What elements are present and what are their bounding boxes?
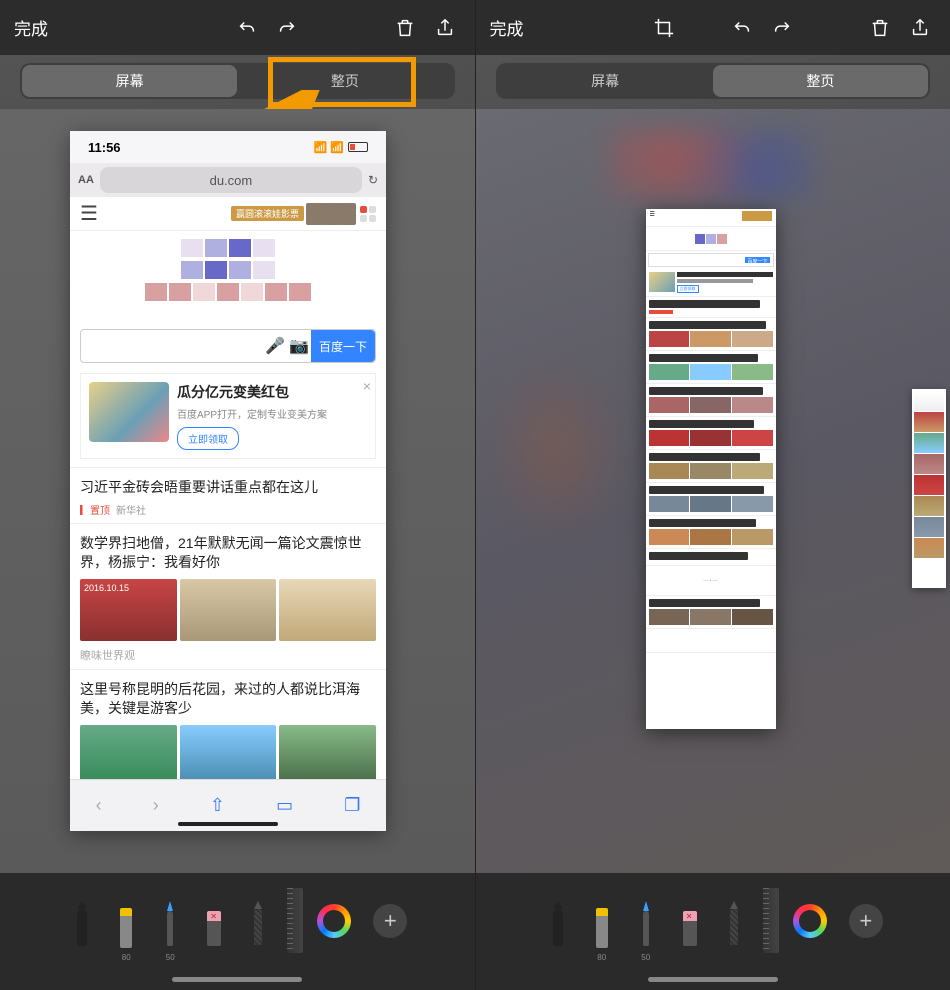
add-tool-button[interactable]: + xyxy=(373,904,407,938)
phone-status-bar: 11:56 📶 📶 xyxy=(70,131,386,163)
markup-toolbar: 80 50 + xyxy=(0,873,475,968)
bookmarks-icon[interactable]: ▭ xyxy=(276,795,293,816)
close-icon[interactable]: × xyxy=(363,378,371,394)
mode-tabs: 屏幕 整页 xyxy=(496,63,931,99)
promo-illustration xyxy=(89,382,169,442)
home-indicator-bar xyxy=(0,968,475,990)
promo-subtitle: 百度APP打开，定制专业变美方案 xyxy=(177,406,367,421)
home-indicator-bar xyxy=(476,968,950,990)
app-grid-icon[interactable] xyxy=(360,206,376,222)
forward-icon[interactable]: › xyxy=(153,795,159,816)
banner-avatars xyxy=(308,203,356,225)
browser-tabbar: ‹ › ⇧ ▭ ❐ xyxy=(70,779,386,831)
search-bar: 🎤 📷 百度一下 xyxy=(80,329,376,363)
news-title: 习近平金砖会晤重要讲话重点都在这儿 xyxy=(80,478,376,498)
promo-cta[interactable]: 立即领取 xyxy=(177,427,239,450)
banner-ad-label[interactable]: 赢圆滚滚娃影票 xyxy=(231,206,304,221)
screenshot-preview[interactable]: 11:56 📶 📶 AA du.com ↻ ☰ 赢圆滚滚娃影票 xyxy=(70,131,386,831)
undo-icon[interactable] xyxy=(231,12,263,44)
color-picker[interactable] xyxy=(793,904,827,938)
editor-panel-right: 完成 屏幕 整页 ☰ 百度一下 立即领取 — • — xyxy=(475,0,950,990)
status-icons: 📶 📶 xyxy=(314,141,368,154)
highlighter-tool[interactable]: 80 xyxy=(111,894,141,948)
mic-icon[interactable]: 🎤 xyxy=(263,336,287,356)
done-button[interactable]: 完成 xyxy=(14,15,48,40)
mode-tabs: 屏幕 整页 xyxy=(20,63,455,99)
blurred-logo-area xyxy=(110,239,346,319)
lasso-tool[interactable] xyxy=(243,897,273,945)
news-title: 这里号称昆明的后花园，来过的人都说比洱海美，关键是游客少 xyxy=(80,680,376,719)
pencil-tool[interactable]: 50 xyxy=(155,896,185,946)
header: 完成 xyxy=(476,0,950,55)
share-icon[interactable] xyxy=(429,12,461,44)
eraser-tool[interactable] xyxy=(199,896,229,946)
text-size-button[interactable]: AA xyxy=(78,174,94,186)
undo-icon[interactable] xyxy=(726,12,758,44)
add-tool-button[interactable]: + xyxy=(849,904,883,938)
pencil-tool[interactable]: 50 xyxy=(631,896,661,946)
highlighter-tool[interactable]: 80 xyxy=(587,894,617,948)
share-icon[interactable]: ⇧ xyxy=(210,795,225,816)
share-icon[interactable] xyxy=(904,12,936,44)
promo-card[interactable]: 瓜分亿元变美红包 百度APP打开，定制专业变美方案 立即领取 × xyxy=(80,373,376,459)
news-item[interactable]: 这里号称昆明的后花园，来过的人都说比洱海美，关键是游客少 xyxy=(70,669,386,793)
tab-screen[interactable]: 屏幕 xyxy=(22,65,237,97)
color-picker[interactable] xyxy=(317,904,351,938)
fullpage-preview[interactable]: ☰ 百度一下 立即领取 — • — xyxy=(646,209,776,729)
redo-icon[interactable] xyxy=(271,12,303,44)
trash-icon[interactable] xyxy=(864,12,896,44)
news-thumbs xyxy=(80,579,376,641)
tab-screen[interactable]: 屏幕 xyxy=(498,65,713,97)
tab-fullpage[interactable]: 整页 xyxy=(237,65,452,97)
promo-title: 瓜分亿元变美红包 xyxy=(177,382,367,402)
crop-icon[interactable] xyxy=(648,12,680,44)
page-scrubber[interactable] xyxy=(912,389,946,588)
camera-icon[interactable]: 📷 xyxy=(287,336,311,356)
pin-label: ▎置顶 xyxy=(80,502,110,517)
news-source: 瞭味世界观 xyxy=(80,647,376,663)
news-item[interactable]: 习近平金砖会晤重要讲话重点都在这儿 ▎置顶新华社 xyxy=(70,467,386,523)
pen-tool[interactable] xyxy=(543,896,573,946)
news-source: 新华社 xyxy=(116,502,146,517)
hamburger-icon[interactable]: ☰ xyxy=(80,201,98,226)
tab-fullpage[interactable]: 整页 xyxy=(713,65,928,97)
url-field[interactable]: du.com xyxy=(100,167,362,193)
refresh-icon[interactable]: ↻ xyxy=(368,173,378,187)
news-item[interactable]: 数学界扫地僧，21年默默无闻一篇论文震惊世界，杨振宁：我看好你 瞭味世界观 xyxy=(70,523,386,669)
home-indicator xyxy=(178,822,278,826)
done-button[interactable]: 完成 xyxy=(490,15,524,40)
header: 完成 xyxy=(0,0,475,55)
lasso-tool[interactable] xyxy=(719,897,749,945)
canvas-area: ☰ 百度一下 立即领取 — • — xyxy=(476,109,950,873)
eraser-tool[interactable] xyxy=(675,896,705,946)
page-banner: ☰ 赢圆滚滚娃影票 xyxy=(70,197,386,231)
pen-tool[interactable] xyxy=(67,896,97,946)
background-blur xyxy=(486,359,626,539)
search-button[interactable]: 百度一下 xyxy=(311,330,375,362)
status-time: 11:56 xyxy=(88,140,121,155)
news-thumbs xyxy=(80,725,376,787)
redo-icon[interactable] xyxy=(766,12,798,44)
markup-toolbar: 80 50 + xyxy=(476,873,950,968)
editor-panel-left: 完成 屏幕 整页 11:56 📶 📶 AA du.com xyxy=(0,0,475,990)
trash-icon[interactable] xyxy=(389,12,421,44)
ruler-tool[interactable] xyxy=(763,888,779,953)
background-blur xyxy=(606,129,816,199)
canvas-area: 11:56 📶 📶 AA du.com ↻ ☰ 赢圆滚滚娃影票 xyxy=(0,109,475,873)
news-title: 数学界扫地僧，21年默默无闻一篇论文震惊世界，杨振宁：我看好你 xyxy=(80,534,376,573)
back-icon[interactable]: ‹ xyxy=(96,795,102,816)
browser-url-bar: AA du.com ↻ xyxy=(70,163,386,197)
tabs-icon[interactable]: ❐ xyxy=(344,795,360,816)
ruler-tool[interactable] xyxy=(287,888,303,953)
